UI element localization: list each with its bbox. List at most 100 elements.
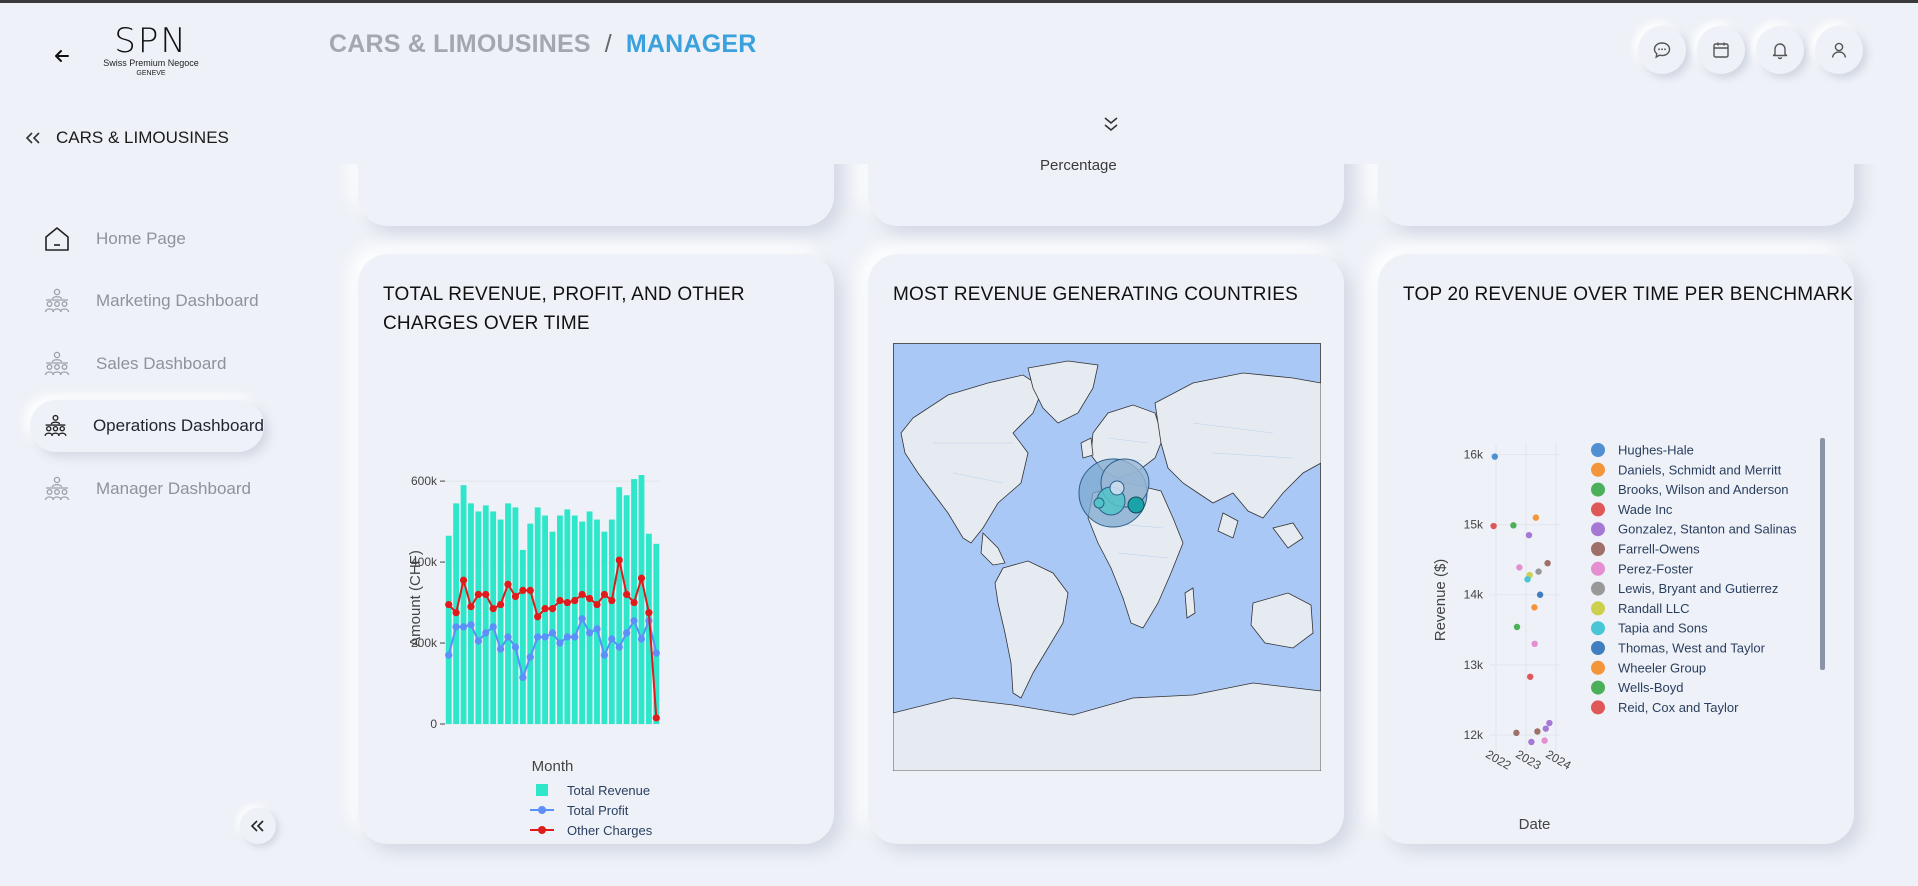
- scatter-point: [1510, 522, 1517, 529]
- percentage-axis-label: Percentage: [1040, 157, 1117, 174]
- series-point: [526, 586, 534, 595]
- revenue-bubble[interactable]: [1127, 496, 1145, 514]
- breadcrumb: CARS & LIMOUSINES / MANAGER: [329, 30, 756, 59]
- legend-label: Reid, Cox and Taylor: [1618, 700, 1739, 715]
- series-point: [459, 623, 468, 631]
- series-point: [526, 653, 534, 661]
- benchmark-scatter-chart[interactable]: 12k 13k 14k 15k 16k 2022 2023 2024 Date Revenue (…: [1378, 254, 1854, 844]
- sidebar-item-operations[interactable]: Operations Dashboard: [30, 400, 264, 452]
- series-point: [652, 649, 660, 657]
- y-tick-label: 14k: [1464, 588, 1484, 602]
- legend-marker: [1591, 680, 1605, 695]
- revenue-bar: [527, 523, 534, 724]
- revenue-bar: [542, 515, 548, 724]
- scatter-point: [1528, 738, 1535, 746]
- sidebar-section-label: CARS & LIMOUSINES: [56, 128, 229, 147]
- legend-label: Total Profit: [567, 803, 629, 818]
- y-tick-label: 600k: [411, 474, 438, 488]
- series-point: [489, 605, 497, 613]
- double-chevron-down-icon[interactable]: [1100, 114, 1122, 136]
- team-icon: [44, 414, 67, 437]
- sidebar-section-header[interactable]: CARS & LIMOUSINES: [22, 128, 229, 148]
- series-point: [474, 590, 482, 599]
- legend-label: Lewis, Bryant and Gutierrez: [1618, 581, 1778, 596]
- sidebar-item-sales[interactable]: Sales Dashboard: [30, 338, 226, 390]
- team-icon: [44, 476, 70, 501]
- series-point: [504, 633, 512, 641]
- legend-marker: [1591, 621, 1605, 636]
- x-axis-title: Month: [532, 758, 574, 775]
- revenue-bar: [557, 515, 563, 724]
- calendar-icon: [1713, 42, 1729, 58]
- notifications-button[interactable]: [1756, 26, 1804, 74]
- y-tick-label: 16k: [1464, 448, 1484, 462]
- legend-label: Other Charges: [567, 823, 653, 838]
- series-point: [541, 605, 549, 613]
- series-point: [541, 633, 549, 641]
- series-point: [563, 633, 571, 641]
- sidebar-item-label: Home Page: [96, 229, 186, 248]
- y-tick-label: 12k: [1464, 728, 1484, 742]
- revenue-bar: [638, 475, 645, 724]
- legend-label: Farrell-Owens: [1618, 542, 1700, 557]
- sidebar-item-home[interactable]: Home Page: [30, 213, 186, 265]
- scatter-point: [1516, 564, 1523, 571]
- scatter-point: [1513, 729, 1520, 737]
- sidebar-item-label: Operations Dashboard: [92, 416, 264, 435]
- back-arrow-icon[interactable]: [52, 46, 72, 66]
- legend-label: Randall LLC: [1618, 601, 1690, 616]
- spn-logo[interactable]: SPN Swiss Premium Negoce GENEVE: [96, 24, 206, 78]
- series-point: [623, 590, 631, 599]
- series-point: [637, 574, 646, 582]
- revenue-bubble[interactable]: [1109, 480, 1125, 496]
- series-point: [593, 600, 601, 609]
- calendar-button[interactable]: [1697, 26, 1745, 74]
- revenue-bar: [571, 515, 578, 724]
- revenue-bar: [608, 519, 615, 724]
- legend-marker: [1591, 581, 1605, 596]
- series-point: [467, 621, 475, 629]
- revenue-bar: [497, 519, 504, 724]
- series-point: [571, 633, 579, 641]
- legend-label: Wade Inc: [1618, 502, 1673, 517]
- revenue-bubble[interactable]: [1093, 497, 1105, 509]
- chat-button[interactable]: [1638, 26, 1686, 74]
- sidebar-collapse-button[interactable]: [240, 808, 276, 844]
- sidebar-item-manager[interactable]: Manager Dashboard: [30, 463, 251, 515]
- revenue-bar: [445, 535, 452, 724]
- legend-label: Hughes-Hale: [1618, 443, 1694, 458]
- legend-marker: [1591, 601, 1605, 616]
- legend-marker: [1591, 700, 1605, 715]
- revenue-bar: [482, 505, 489, 724]
- profile-button[interactable]: [1815, 26, 1863, 74]
- series-point: [489, 623, 497, 631]
- revenue-bar: [601, 531, 608, 724]
- scatter-point: [1546, 719, 1553, 727]
- team-icon: [44, 288, 70, 313]
- scatter-point: [1513, 623, 1521, 631]
- series-point: [474, 637, 482, 645]
- legend-marker: [1591, 482, 1605, 497]
- revenue-profit-card: TOTAL REVENUE, PROFIT, AND OTHER CHARGES…: [358, 254, 834, 844]
- series-point: [630, 598, 638, 607]
- series-point: [615, 556, 623, 564]
- legend-marker: [538, 806, 546, 814]
- series-point: [630, 617, 638, 625]
- series-point: [556, 639, 564, 647]
- revenue-bar: [594, 519, 600, 724]
- series-point: [578, 590, 586, 599]
- world-bubble-map[interactable]: [893, 343, 1321, 771]
- dashboard-content[interactable]: TOTAL REVENUE, PROFIT, AND OTHER CHARGES…: [300, 164, 1918, 886]
- home-icon: [45, 227, 69, 251]
- sidebar-item-label: Marketing Dashboard: [96, 291, 259, 310]
- revenue-chart[interactable]: 0200k400k600kMonthAmount (CHF)Total Reve…: [358, 254, 834, 844]
- series-point: [593, 625, 601, 633]
- revenue-bar: [586, 511, 593, 724]
- series-point: [452, 609, 460, 617]
- breadcrumb-parent[interactable]: CARS & LIMOUSINES: [329, 30, 591, 58]
- scatter-point: [1527, 673, 1534, 680]
- scatter-point: [1490, 522, 1497, 530]
- sidebar-item-label: Sales Dashboard: [96, 354, 227, 373]
- series-point: [615, 643, 623, 651]
- sidebar-item-marketing[interactable]: Marketing Dashboard: [30, 275, 259, 327]
